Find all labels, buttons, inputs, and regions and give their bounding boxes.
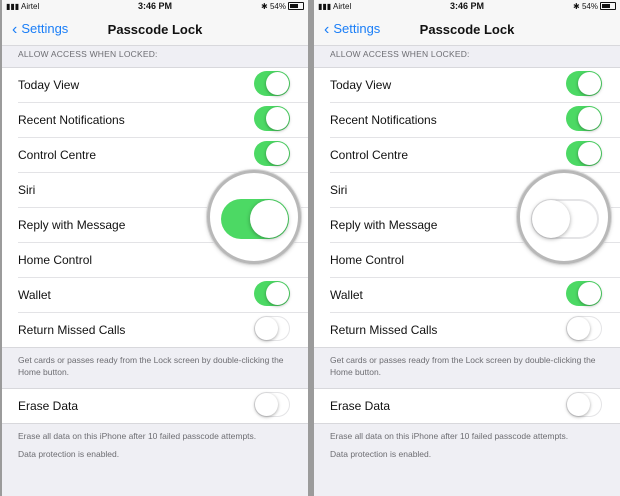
battery-percent: 54% [269,2,286,11]
erase-group: Erase Data [314,388,620,424]
erase-data-toggle[interactable] [254,392,290,417]
page-title: Passcode Lock [107,22,203,37]
wallet-footer-note: Get cards or passes ready from the Lock … [18,355,284,377]
row-erase-data: Erase Data [330,389,620,423]
row-today-view: Today View [18,68,308,103]
section-header: ALLOW ACCESS WHEN LOCKED: [330,49,470,59]
status-right: ✱ 54% [261,2,304,11]
recent-notifications-toggle[interactable] [254,106,290,131]
row-recent-notifications: Recent Notifications [330,103,620,138]
wallet-footer-note: Get cards or passes ready from the Lock … [330,355,596,377]
row-control-centre: Control Centre [18,138,308,173]
erase-data-toggle[interactable] [566,392,602,417]
row-wallet: Wallet [18,278,308,313]
magnifier-callout [207,170,301,264]
section-header: ALLOW ACCESS WHEN LOCKED: [18,49,158,59]
battery-icon [288,2,304,10]
row-wallet: Wallet [330,278,620,313]
bluetooth-icon: ✱ [573,2,580,11]
bluetooth-icon: ✱ [261,2,268,11]
row-today-view: Today View [330,68,620,103]
row-return-missed-calls: Return Missed Calls [330,313,620,347]
row-erase-data: Erase Data [18,389,308,423]
navigation-bar: ‹ Settings Passcode Lock [2,13,308,46]
page-title: Passcode Lock [419,22,515,37]
row-return-missed-calls: Return Missed Calls [18,313,308,347]
navigation-bar: ‹ Settings Passcode Lock [314,13,620,46]
phone-screen-before: ▮▮▮ Airtel 3:46 PM ✱ 54% ‹ Settings Passc… [2,0,308,496]
magnifier-callout [517,170,611,264]
status-bar: ▮▮▮ Airtel 3:46 PM ✱ 54% [314,0,620,13]
today-view-toggle[interactable] [566,71,602,96]
return-missed-calls-toggle[interactable] [254,316,290,341]
wallet-toggle[interactable] [254,281,290,306]
erase-footer-note: Erase all data on this iPhone after 10 f… [330,431,569,459]
battery-percent: 54% [581,2,598,11]
recent-notifications-toggle[interactable] [566,106,602,131]
return-missed-calls-toggle[interactable] [566,316,602,341]
reply-with-message-toggle-magnified[interactable] [531,199,599,239]
row-recent-notifications: Recent Notifications [18,103,308,138]
wallet-toggle[interactable] [566,281,602,306]
control-centre-toggle[interactable] [254,141,290,166]
phone-screen-after: ▮▮▮ Airtel 3:46 PM ✱ 54% ‹ Settings Passc… [314,0,620,496]
erase-group: Erase Data [2,388,308,424]
row-control-centre: Control Centre [330,138,620,173]
battery-icon [600,2,616,10]
status-bar: ▮▮▮ Airtel 3:46 PM ✱ 54% [2,0,308,13]
reply-with-message-toggle-magnified[interactable] [221,199,289,239]
erase-footer-note: Erase all data on this iPhone after 10 f… [18,431,257,459]
today-view-toggle[interactable] [254,71,290,96]
control-centre-toggle[interactable] [566,141,602,166]
status-right: ✱ 54% [573,2,616,11]
